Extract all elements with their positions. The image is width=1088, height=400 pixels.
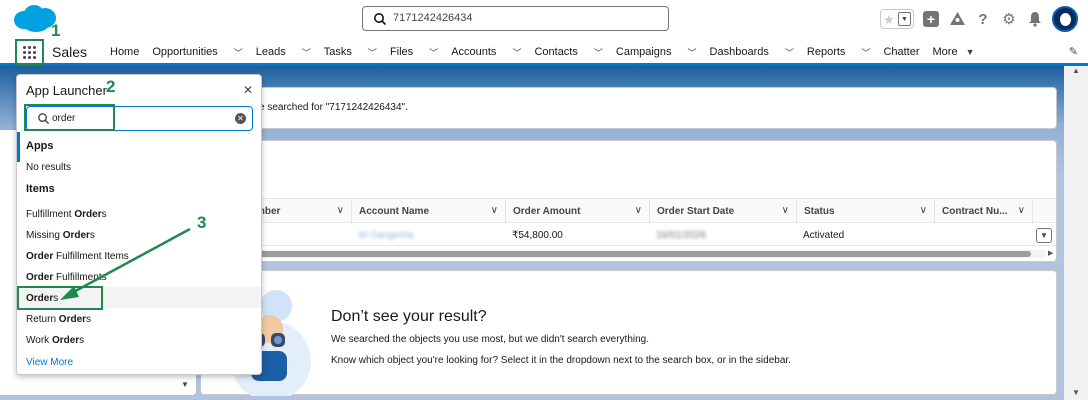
nav-item-contacts[interactable]: Contacts ﹀ bbox=[534, 38, 602, 66]
scroll-down-arrow-icon[interactable]: ▼ bbox=[1072, 388, 1080, 397]
cell-order-amount: ₹54,800.00 bbox=[512, 230, 563, 241]
no-result-text-2: Know which object you're looking for? Se… bbox=[331, 355, 791, 366]
waffle-icon bbox=[23, 46, 37, 60]
page-vertical-scrollbar[interactable]: ▲ ▼ bbox=[1064, 66, 1088, 400]
nav-item-files[interactable]: Files ﹀ bbox=[390, 38, 438, 66]
launcher-item-return-orders[interactable]: Return Orders bbox=[17, 308, 261, 329]
nav-item-reports[interactable]: Reports ﹀ bbox=[807, 38, 871, 66]
chevron-down-icon[interactable]: ∨ bbox=[635, 205, 642, 216]
no-result-card: Don’t see your result? We searched the o… bbox=[200, 270, 1057, 396]
launcher-item-order-fulfillments[interactable]: Order Fulfillments bbox=[17, 266, 261, 287]
no-result-text-1: We searched the objects you use most, bu… bbox=[331, 334, 650, 345]
chevron-down-icon[interactable]: ∨ bbox=[491, 205, 498, 216]
chevron-down-icon[interactable]: ∨ bbox=[337, 205, 344, 216]
pencil-icon[interactable]: ✎ bbox=[1069, 45, 1078, 58]
nav-item-tasks[interactable]: Tasks ﹀ bbox=[324, 38, 377, 66]
caret-down-icon: ▼ bbox=[965, 47, 975, 57]
table-row[interactable]: W-Sangeeta ₹54,800.00 16/01/2026 Activat… bbox=[201, 224, 1056, 246]
chevron-down-icon[interactable]: ﹀ bbox=[594, 46, 603, 59]
apps-no-results: No results bbox=[26, 162, 72, 173]
nav-item-campaigns[interactable]: Campaigns ﹀ bbox=[616, 38, 697, 66]
nav-item-chatter[interactable]: Chatter bbox=[883, 38, 919, 66]
clear-search-icon[interactable]: ✕ bbox=[235, 113, 246, 124]
column-header-account-name[interactable]: Account Name ∨ bbox=[352, 199, 506, 224]
active-indicator bbox=[17, 132, 20, 162]
chevron-down-icon[interactable]: ﹀ bbox=[429, 46, 438, 59]
column-header-status[interactable]: Status ∨ bbox=[797, 199, 935, 224]
global-actions-button[interactable]: + bbox=[922, 10, 940, 28]
scroll-right-arrow-icon[interactable]: ▶ bbox=[1048, 249, 1053, 257]
column-header-number[interactable]: mber ∨ bbox=[249, 199, 352, 224]
utility-icons: ★ ▼ + ? ⚙ bbox=[880, 6, 1078, 32]
app-name: Sales bbox=[52, 44, 88, 60]
nav-items: Home Opportunities ﹀ Leads ﹀ Tasks ﹀ Files ﹀… bbox=[110, 38, 988, 66]
chevron-down-icon[interactable]: ﹀ bbox=[234, 46, 243, 59]
cell-account-name[interactable]: W-Sangeeta bbox=[358, 230, 413, 241]
user-avatar[interactable] bbox=[1052, 6, 1078, 32]
nav-item-more[interactable]: More ▼ bbox=[933, 38, 975, 66]
table-header: mber ∨ Account Name ∨ Order Amount ∨ Order … bbox=[201, 198, 1056, 224]
chevron-down-icon[interactable]: ﹀ bbox=[302, 46, 311, 59]
search-message-card: e searched for "7171242426434". bbox=[200, 87, 1057, 129]
search-icon bbox=[374, 13, 387, 26]
column-header-order-amount[interactable]: Order Amount ∨ bbox=[506, 199, 650, 224]
annotation-highlight-search bbox=[24, 104, 115, 131]
chevron-down-icon[interactable]: ﹀ bbox=[861, 46, 870, 59]
apps-section-heading: Apps bbox=[26, 140, 54, 152]
launcher-item-fulfillment-orders[interactable]: Fulfillment Orders bbox=[17, 203, 261, 224]
nav-item-dashboards[interactable]: Dashboards ﹀ bbox=[710, 38, 794, 66]
nav-item-accounts[interactable]: Accounts ﹀ bbox=[451, 38, 521, 66]
cell-status: Activated bbox=[803, 230, 845, 241]
items-section-heading: Items bbox=[26, 183, 55, 195]
search-message: e searched for "7171242426434". bbox=[259, 102, 408, 113]
column-header-contract-number[interactable]: Contract Nu... ∨ bbox=[935, 199, 1033, 224]
chevron-down-icon[interactable]: ▼ bbox=[898, 12, 911, 26]
caret-down-icon[interactable]: ▼ bbox=[181, 380, 189, 389]
scroll-up-arrow-icon[interactable]: ▲ bbox=[1072, 66, 1080, 75]
chevron-down-icon[interactable]: ﹀ bbox=[785, 46, 794, 59]
orders-results-card: mber ∨ Account Name ∨ Order Amount ∨ Order … bbox=[200, 140, 1057, 262]
close-icon[interactable]: ✕ bbox=[243, 83, 253, 97]
nav-item-opportunities[interactable]: Opportunities ﹀ bbox=[152, 38, 242, 66]
launcher-item-order-fulfillment-items[interactable]: Order Fulfillment Items bbox=[17, 245, 261, 266]
nav-item-home[interactable]: Home bbox=[110, 38, 139, 66]
navigation-bar: Sales Home Opportunities ﹀ Leads ﹀ Tasks ﹀ … bbox=[0, 38, 1088, 66]
app-launcher-title: App Launcher bbox=[26, 83, 107, 98]
favorites-button[interactable]: ★ ▼ bbox=[880, 9, 914, 29]
help-icon[interactable]: ? bbox=[974, 10, 992, 28]
global-header: 7171242426434 ★ ▼ + ? ⚙ bbox=[0, 0, 1088, 38]
bell-icon[interactable] bbox=[1026, 10, 1044, 28]
gear-icon[interactable]: ⚙ bbox=[1000, 10, 1018, 28]
row-actions-button[interactable]: ▼ bbox=[1036, 228, 1052, 243]
app-launcher-panel: App Launcher ✕ order ✕ Apps No results I… bbox=[16, 74, 262, 375]
no-result-title: Don’t see your result? bbox=[331, 308, 487, 325]
annotation-step-2: 2 bbox=[106, 77, 116, 96]
chevron-down-icon[interactable]: ∨ bbox=[782, 205, 789, 216]
chevron-down-icon[interactable]: ﹀ bbox=[688, 46, 697, 59]
chevron-down-icon[interactable]: ∨ bbox=[1018, 205, 1025, 216]
launcher-item-missing-orders[interactable]: Missing Orders bbox=[17, 224, 261, 245]
view-more-link[interactable]: View More bbox=[26, 357, 73, 368]
annotation-highlight-orders bbox=[17, 286, 103, 310]
column-header-order-start-date[interactable]: Order Start Date ∨ bbox=[650, 199, 797, 224]
chevron-down-icon[interactable]: ﹀ bbox=[368, 46, 377, 59]
plus-icon: + bbox=[923, 11, 939, 27]
global-search-value: 7171242426434 bbox=[393, 12, 473, 24]
chevron-down-icon[interactable]: ﹀ bbox=[512, 46, 521, 59]
nav-item-leads[interactable]: Leads ﹀ bbox=[256, 38, 311, 66]
chevron-down-icon[interactable]: ∨ bbox=[920, 205, 927, 216]
annotation-step-1: 1 bbox=[51, 21, 61, 40]
horizontal-scrollbar[interactable] bbox=[201, 250, 1046, 258]
annotation-step-3: 3 bbox=[197, 213, 207, 232]
star-icon: ★ bbox=[883, 11, 895, 27]
cell-order-start-date: 16/01/2026 bbox=[656, 230, 707, 241]
app-launcher-button[interactable] bbox=[15, 39, 44, 65]
launcher-item-work-orders[interactable]: Work Orders bbox=[17, 329, 261, 350]
global-search-input[interactable]: 7171242426434 bbox=[362, 6, 669, 31]
trailhead-icon[interactable] bbox=[948, 10, 966, 28]
